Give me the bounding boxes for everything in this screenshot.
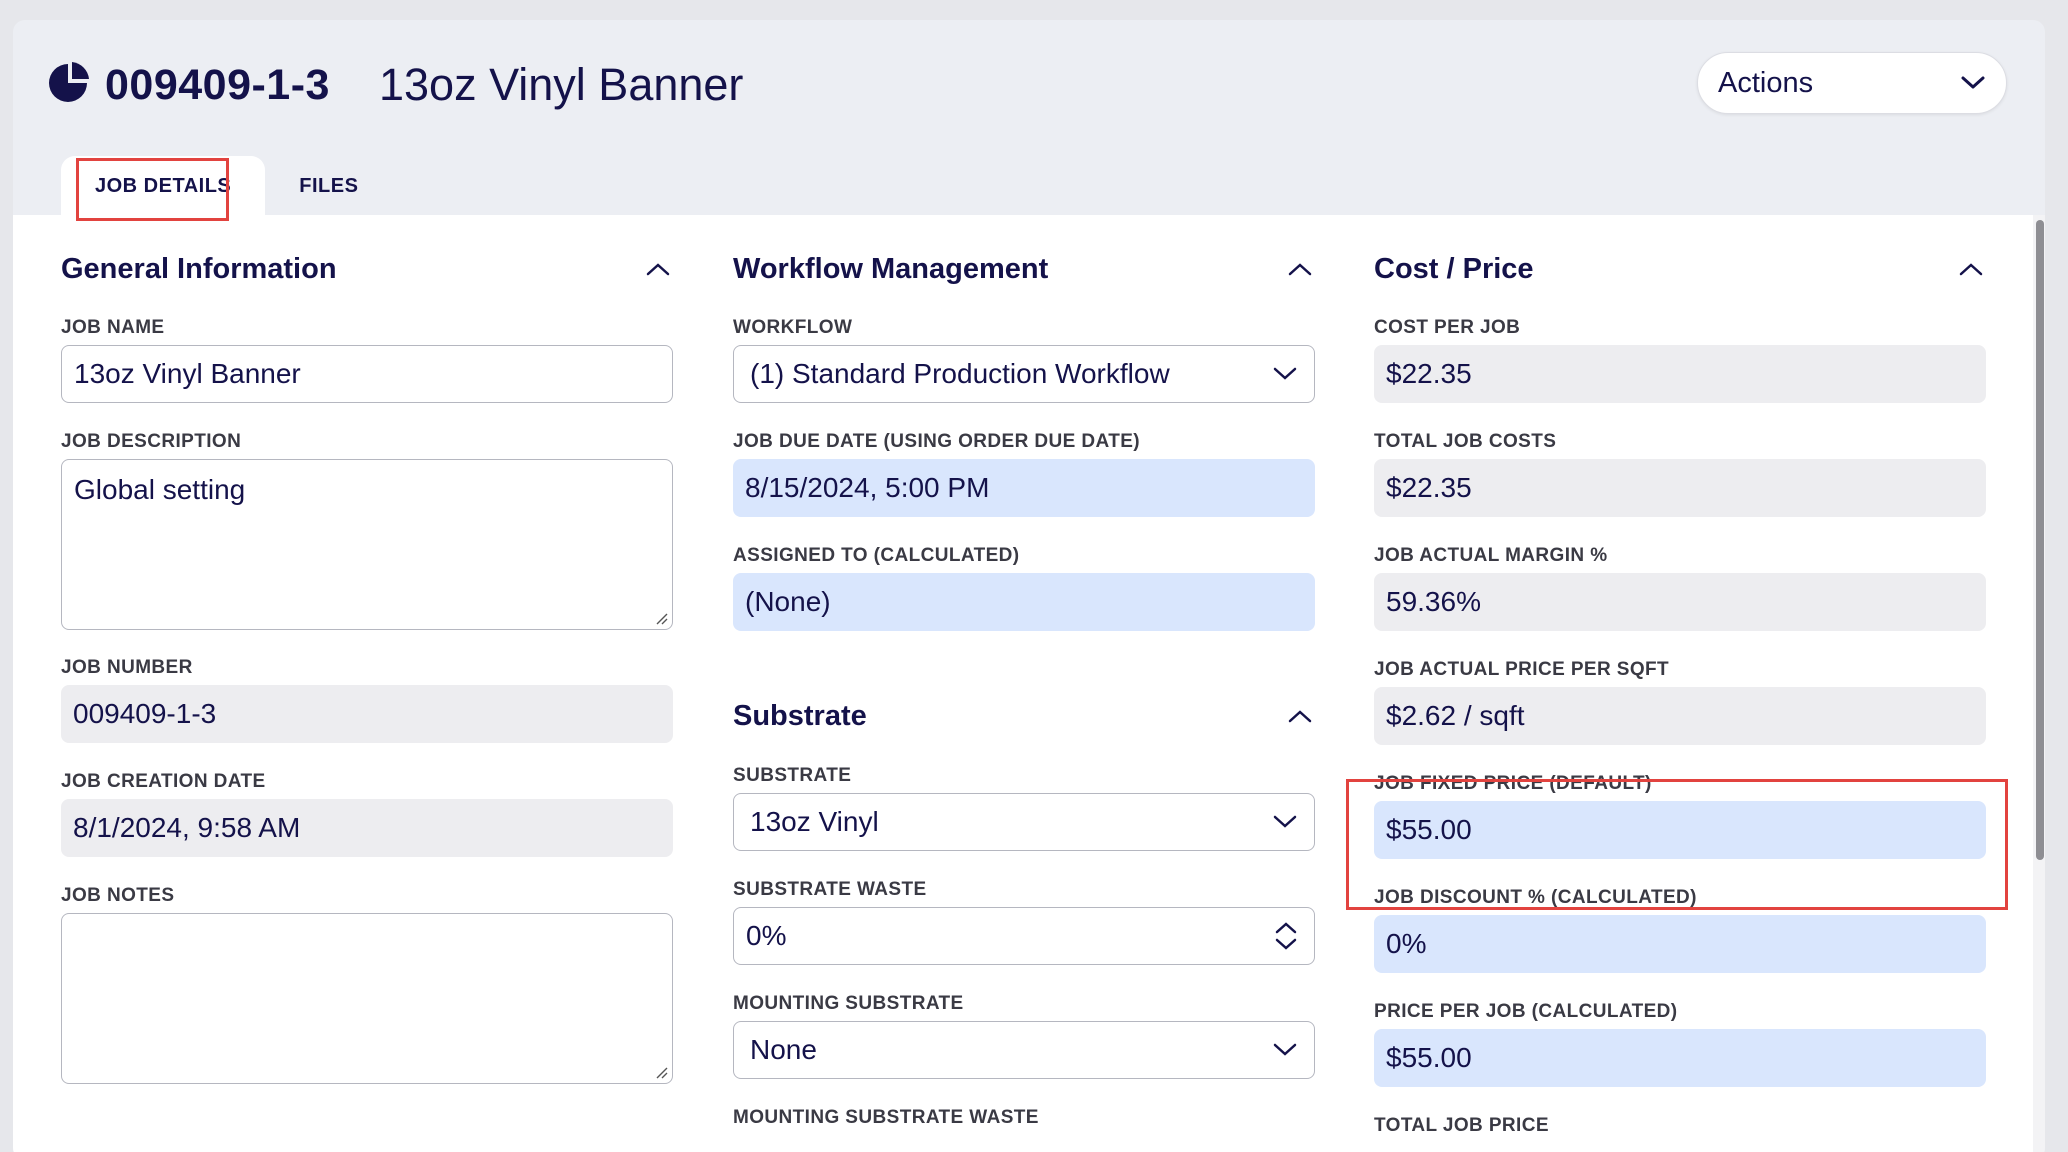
actions-label: Actions bbox=[1718, 66, 1814, 99]
mounting-substrate-select[interactable]: None bbox=[733, 1021, 1315, 1079]
section-title: Substrate bbox=[733, 699, 867, 732]
collapse-cost-button[interactable] bbox=[1956, 254, 1986, 284]
job-notes-textarea[interactable] bbox=[61, 913, 673, 1084]
chevron-down-icon bbox=[1273, 815, 1297, 828]
substrate-select[interactable]: 13oz Vinyl bbox=[733, 793, 1315, 851]
total-job-price-label: TOTAL JOB PRICE bbox=[1374, 1115, 1549, 1136]
chevron-down-icon bbox=[1273, 367, 1297, 380]
job-actual-price-sqft-field: $2.62 / sqft bbox=[1374, 687, 1986, 745]
total-job-costs-field: $22.35 bbox=[1374, 459, 1986, 517]
resize-handle-icon[interactable] bbox=[654, 611, 668, 625]
collapse-general-button[interactable] bbox=[643, 254, 673, 284]
number-stepper[interactable] bbox=[1274, 921, 1298, 951]
pie-chart-icon bbox=[49, 62, 89, 102]
chevron-up-icon bbox=[1959, 263, 1983, 276]
job-actual-price-sqft-label: JOB ACTUAL PRICE PER SQFT bbox=[1374, 659, 1670, 680]
job-actual-margin-label: JOB ACTUAL MARGIN % bbox=[1374, 545, 1608, 566]
collapse-workflow-button[interactable] bbox=[1285, 254, 1315, 284]
job-number-heading: 009409-1-3 bbox=[105, 61, 330, 109]
substrate-header: Substrate bbox=[733, 696, 1315, 736]
job-number-field: 009409-1-3 bbox=[61, 685, 673, 743]
workflow-select[interactable]: (1) Standard Production Workflow bbox=[733, 345, 1315, 403]
section-title: Cost / Price bbox=[1374, 252, 1534, 285]
stepper-up-icon[interactable] bbox=[1274, 921, 1298, 935]
price-per-job-label: PRICE PER JOB (CALCULATED) bbox=[1374, 1001, 1678, 1022]
chevron-down-icon bbox=[1961, 76, 1985, 89]
cost-per-job-label: COST PER JOB bbox=[1374, 317, 1521, 338]
section-title: Workflow Management bbox=[733, 252, 1049, 285]
job-title-heading: 13oz Vinyl Banner bbox=[379, 59, 744, 110]
job-fixed-price-label: JOB FIXED PRICE (DEFAULT) bbox=[1374, 773, 1652, 794]
chevron-up-icon bbox=[646, 263, 670, 276]
workflow-value: (1) Standard Production Workflow bbox=[750, 358, 1170, 389]
price-per-job-field[interactable]: $55.00 bbox=[1374, 1029, 1986, 1087]
scrollbar-thumb[interactable] bbox=[2036, 220, 2044, 860]
job-fixed-price-input[interactable]: $55.00 bbox=[1374, 801, 1986, 859]
job-details-content: General Information JOB NAME 13oz Vinyl … bbox=[13, 215, 2033, 1152]
tab-bar: JOB DETAILS FILES bbox=[61, 156, 392, 216]
substrate-value: 13oz Vinyl bbox=[750, 806, 879, 837]
job-description-textarea[interactable]: Global setting bbox=[61, 459, 673, 630]
general-information-header: General Information bbox=[61, 249, 673, 289]
job-discount-label: JOB DISCOUNT % (CALCULATED) bbox=[1374, 887, 1697, 908]
job-actual-margin-field: 59.36% bbox=[1374, 573, 1986, 631]
job-notes-label: JOB NOTES bbox=[61, 885, 175, 906]
assigned-to-field[interactable]: (None) bbox=[733, 573, 1315, 631]
job-description-text: Global setting bbox=[74, 474, 246, 505]
assigned-to-label: ASSIGNED TO (CALCULATED) bbox=[733, 545, 1020, 566]
chevron-up-icon bbox=[1288, 263, 1312, 276]
stepper-down-icon[interactable] bbox=[1274, 937, 1298, 951]
mounting-substrate-label: MOUNTING SUBSTRATE bbox=[733, 993, 964, 1014]
job-creation-date-field: 8/1/2024, 9:58 AM bbox=[61, 799, 673, 857]
job-number-label: JOB NUMBER bbox=[61, 657, 193, 678]
collapse-substrate-button[interactable] bbox=[1285, 701, 1315, 731]
job-discount-field[interactable]: 0% bbox=[1374, 915, 1986, 973]
chevron-down-icon bbox=[1273, 1043, 1297, 1056]
substrate-label: SUBSTRATE bbox=[733, 765, 852, 786]
substrate-waste-value: 0% bbox=[746, 920, 787, 951]
job-header: 009409-1-3 13oz Vinyl Banner Actions JOB… bbox=[13, 20, 2045, 216]
job-panel: 009409-1-3 13oz Vinyl Banner Actions JOB… bbox=[13, 20, 2045, 1152]
resize-handle-icon[interactable] bbox=[654, 1065, 668, 1079]
job-name-input[interactable]: 13oz Vinyl Banner bbox=[61, 345, 673, 403]
workflow-management-header: Workflow Management bbox=[733, 249, 1315, 289]
workflow-label: WORKFLOW bbox=[733, 317, 853, 338]
job-creation-date-label: JOB CREATION DATE bbox=[61, 771, 266, 792]
tab-files[interactable]: FILES bbox=[265, 156, 392, 216]
section-title: General Information bbox=[61, 252, 337, 285]
substrate-waste-input[interactable]: 0% bbox=[733, 907, 1315, 965]
job-description-label: JOB DESCRIPTION bbox=[61, 431, 242, 452]
mounting-substrate-waste-label: MOUNTING SUBSTRATE WASTE bbox=[733, 1107, 1039, 1128]
job-due-date-field[interactable]: 8/15/2024, 5:00 PM bbox=[733, 459, 1315, 517]
cost-price-header: Cost / Price bbox=[1374, 249, 1986, 289]
job-due-date-label: JOB DUE DATE (USING ORDER DUE DATE) bbox=[733, 431, 1141, 452]
mounting-substrate-value: None bbox=[750, 1034, 817, 1065]
cost-per-job-field: $22.35 bbox=[1374, 345, 1986, 403]
total-job-costs-label: TOTAL JOB COSTS bbox=[1374, 431, 1557, 452]
job-name-label: JOB NAME bbox=[61, 317, 165, 338]
substrate-waste-label: SUBSTRATE WASTE bbox=[733, 879, 927, 900]
chevron-up-icon bbox=[1288, 710, 1312, 723]
actions-dropdown-button[interactable]: Actions bbox=[1697, 52, 2007, 114]
tab-job-details[interactable]: JOB DETAILS bbox=[61, 156, 266, 216]
